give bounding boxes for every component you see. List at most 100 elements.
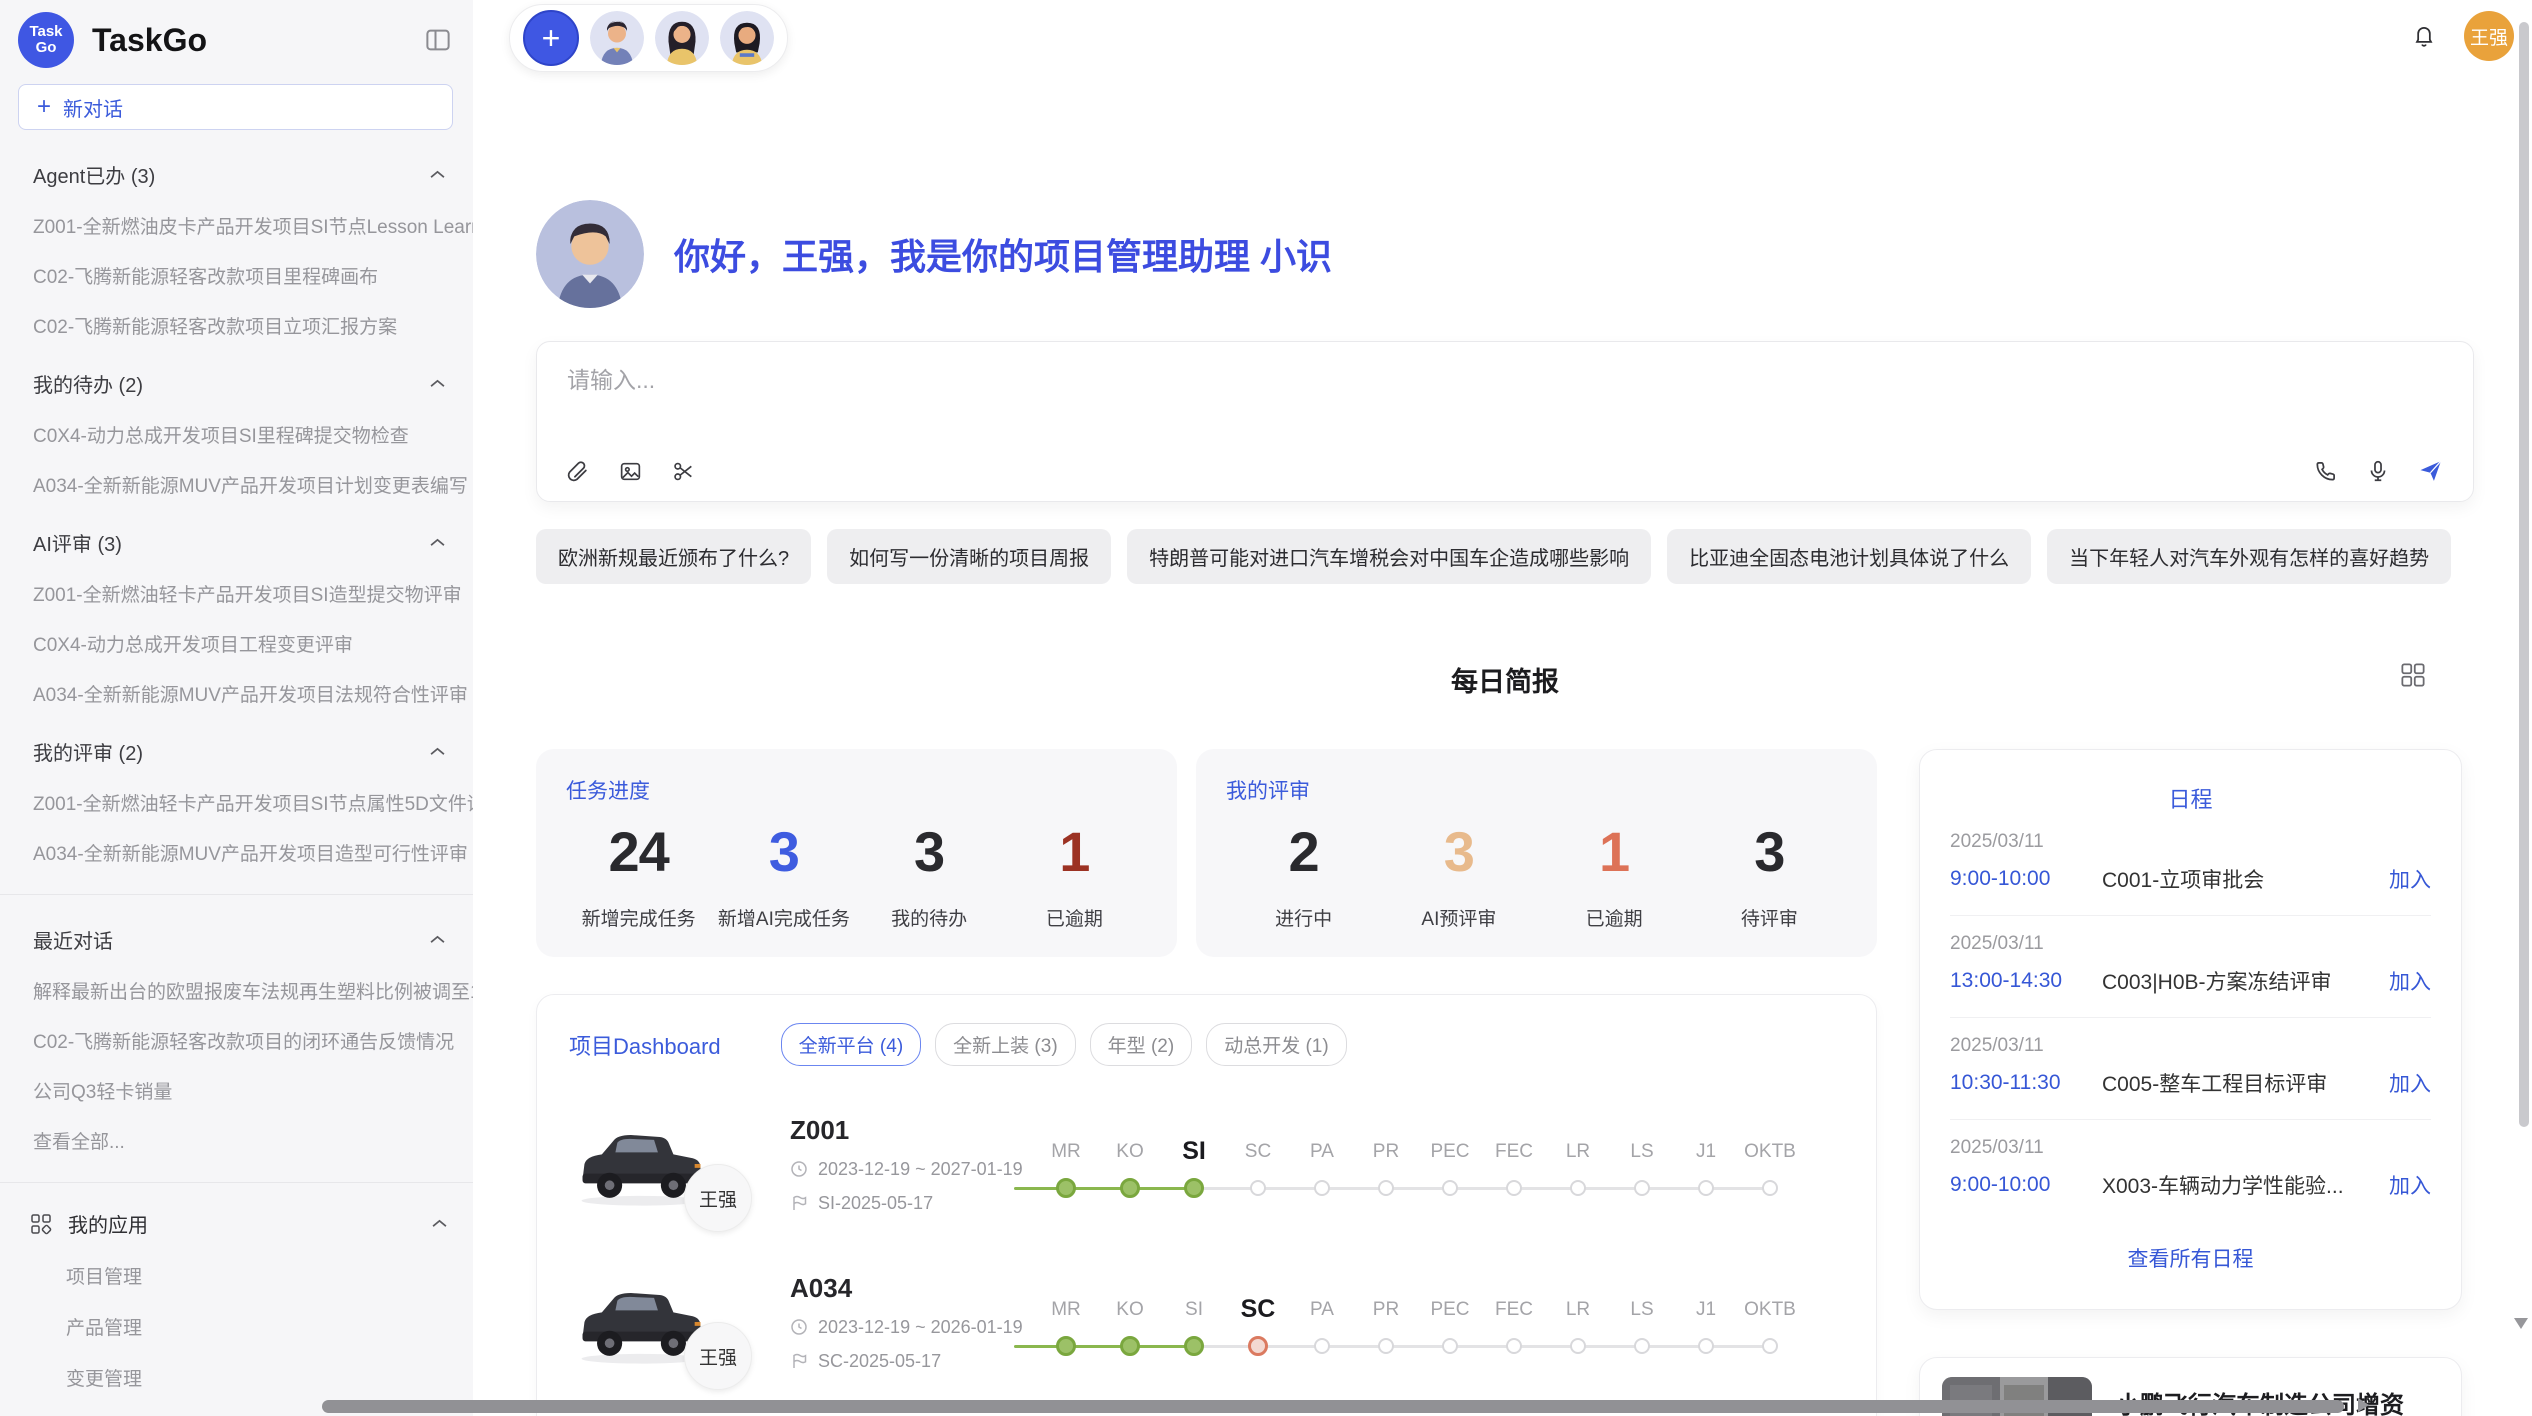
suggestion-chip[interactable]: 特朗普可能对进口汽车增税会对中国车企造成哪些影响 xyxy=(1127,529,1651,584)
milestone-dot xyxy=(1698,1180,1714,1196)
project-vehicle-image: 王强 xyxy=(569,1114,714,1214)
milestone-label: MR xyxy=(1034,1299,1098,1321)
flag-icon xyxy=(790,1352,808,1370)
suggestion-chip[interactable]: 欧洲新规最近颁布了什么? xyxy=(536,529,811,584)
milestone-dot xyxy=(1378,1180,1394,1196)
section-my-todo[interactable]: 我的待办 (2) xyxy=(0,339,473,398)
milestone-label: PA xyxy=(1290,1299,1354,1321)
milestone-label: J1 xyxy=(1674,1141,1738,1163)
scroll-down-arrow[interactable] xyxy=(2514,1318,2528,1329)
avatar[interactable] xyxy=(590,11,644,65)
join-link[interactable]: 加入 xyxy=(2389,1068,2431,1098)
chevron-up-icon xyxy=(430,747,445,756)
avatar[interactable] xyxy=(655,11,709,65)
suggestion-chip[interactable]: 比亚迪全固态电池计划具体说了什么 xyxy=(1667,529,2031,584)
milestone-label: SI xyxy=(1162,1299,1226,1321)
stat-value: 24 xyxy=(566,819,711,884)
milestone-strip: MR KO SI SC PA PR PEC FEC LR LS xyxy=(1034,1277,1844,1367)
sidebar-item-product-mgmt[interactable]: 产品管理 xyxy=(0,1289,473,1340)
view-all-schedule-link[interactable]: 查看所有日程 xyxy=(1950,1243,2431,1273)
list-item[interactable]: Z001-全新燃油轻卡产品开发项目SI造型提交物评审 xyxy=(0,557,473,607)
filter-chip[interactable]: 全新平台 (4) xyxy=(781,1023,922,1066)
list-item[interactable]: C02-飞腾新能源轻客改款项目里程碑画布 xyxy=(0,239,473,289)
chat-input[interactable] xyxy=(565,366,1885,395)
milestone-dot xyxy=(1314,1338,1330,1354)
milestone-dot xyxy=(1056,1178,1076,1198)
list-item[interactable]: C02-飞腾新能源轻客改款项目立项汇报方案 xyxy=(0,289,473,339)
scissors-icon[interactable] xyxy=(671,459,696,484)
section-ai-review[interactable]: AI评审 (3) xyxy=(0,498,473,557)
list-item[interactable]: Z001-全新燃油皮卡产品开发项目SI节点Lesson Learn报告 xyxy=(0,189,473,239)
milestone-dot xyxy=(1184,1336,1204,1356)
schedule-name: C003|H0B-方案冻结评审 xyxy=(2102,966,2389,996)
project-row[interactable]: 王强 A034 2023-12-19 ~ 2026-01-19 xyxy=(569,1272,1844,1372)
list-item[interactable]: A034-全新新能源MUV产品开发项目造型可行性评审 xyxy=(0,816,473,866)
schedule-time: 10:30-11:30 xyxy=(1950,1071,2102,1095)
add-session-button[interactable]: + xyxy=(523,10,579,66)
milestone-label: PEC xyxy=(1418,1141,1482,1163)
chat-input-card xyxy=(536,341,2474,502)
task-progress-card: 任务进度 24新增完成任务 3新增AI完成任务 3我的待办 1已逾期 xyxy=(536,749,1177,957)
milestone-dot xyxy=(1762,1180,1778,1196)
project-dashboard-card: 项目Dashboard 全新平台 (4) 全新上装 (3) 年型 (2) 动总开… xyxy=(536,994,1877,1416)
project-owner-badge: 王强 xyxy=(684,1322,752,1390)
list-item[interactable]: C02-飞腾新能源轻客改款项目的闭环通告反馈情况 xyxy=(0,1004,473,1054)
send-icon[interactable] xyxy=(2417,457,2445,485)
join-link[interactable]: 加入 xyxy=(2389,1170,2431,1200)
phone-call-icon[interactable] xyxy=(2313,458,2339,484)
sidebar-item-change-mgmt[interactable]: 变更管理 xyxy=(0,1340,473,1391)
milestone-dot xyxy=(1634,1338,1650,1354)
filter-chip[interactable]: 全新上装 (3) xyxy=(935,1023,1076,1066)
section-agent-done[interactable]: Agent已办 (3) xyxy=(0,130,473,189)
stat-label: 进行中 xyxy=(1226,904,1381,931)
milestone-label: LS xyxy=(1610,1141,1674,1163)
list-item[interactable]: 解释最新出台的欧盟报废车法规再生塑料比例被调至15%... xyxy=(0,954,473,1004)
layout-grid-icon[interactable] xyxy=(2400,662,2426,688)
suggestion-chip[interactable]: 如何写一份清晰的项目周报 xyxy=(827,529,1111,584)
image-upload-icon[interactable] xyxy=(618,459,643,484)
chevron-up-icon xyxy=(430,379,445,388)
sidebar-item-project-mgmt[interactable]: 项目管理 xyxy=(0,1238,473,1289)
vertical-scrollbar[interactable] xyxy=(2519,22,2529,1127)
notification-bell-icon[interactable] xyxy=(2410,22,2438,50)
join-link[interactable]: 加入 xyxy=(2389,864,2431,894)
project-flag-date: SC-2025-05-17 xyxy=(818,1351,941,1372)
section-recent-chats[interactable]: 最近对话 xyxy=(0,895,473,954)
suggestion-chips: 欧洲新规最近颁布了什么? 如何写一份清晰的项目周报 特朗普可能对进口汽车增税会对… xyxy=(536,529,2474,584)
schedule-date: 2025/03/11 xyxy=(1950,1137,2431,1159)
sidebar-collapse-icon[interactable] xyxy=(423,25,453,55)
milestone-dot xyxy=(1698,1338,1714,1354)
milestone-label: SC xyxy=(1226,1141,1290,1163)
list-item[interactable]: C0X4-动力总成开发项目SI里程碑提交物检查 xyxy=(0,398,473,448)
list-item[interactable]: Z001-全新燃油轻卡产品开发项目SI节点属性5D文件评审 xyxy=(0,766,473,816)
user-avatar[interactable]: 王强 xyxy=(2464,11,2514,61)
list-item[interactable]: 公司Q3轻卡销量 xyxy=(0,1054,473,1104)
chevron-up-icon xyxy=(430,538,445,547)
view-all-link[interactable]: 查看全部... xyxy=(0,1104,473,1154)
schedule-time: 13:00-14:30 xyxy=(1950,969,2102,993)
main-area: + 王强 你好，王强，我是你的项目管理 xyxy=(473,0,2532,1416)
list-item[interactable]: A034-全新新能源MUV产品开发项目法规符合性评审 xyxy=(0,657,473,707)
sidebar-header: TaskGo TaskGo xyxy=(0,0,473,68)
project-code: A034 xyxy=(790,1273,1028,1304)
list-item[interactable]: A034-全新新能源MUV产品开发项目计划变更表编写 xyxy=(0,448,473,498)
microphone-icon[interactable] xyxy=(2365,458,2391,484)
stat-value: 3 xyxy=(1692,819,1847,884)
milestone-label: J1 xyxy=(1674,1299,1738,1321)
project-dates: 2023-12-19 ~ 2026-01-19 xyxy=(818,1317,1023,1338)
horizontal-scrollbar[interactable] xyxy=(322,1400,2344,1413)
join-link[interactable]: 加入 xyxy=(2389,966,2431,996)
filter-chip[interactable]: 动总开发 (1) xyxy=(1206,1023,1347,1066)
topbar: + 王强 xyxy=(473,0,2532,72)
filter-chip[interactable]: 年型 (2) xyxy=(1090,1023,1193,1066)
project-row[interactable]: 王强 Z001 2023-12-19 ~ 2027-01-19 xyxy=(569,1114,1844,1214)
avatar[interactable] xyxy=(720,11,774,65)
schedule-item: 2025/03/11 9:00-10:00 X003-车辆动力学性能验... 加… xyxy=(1950,1120,2431,1221)
attachment-icon[interactable] xyxy=(565,459,590,484)
new-chat-button[interactable]: + 新对话 xyxy=(18,84,453,130)
scroll-right-arrow[interactable] xyxy=(2358,1398,2369,1412)
list-item[interactable]: C0X4-动力总成开发项目工程变更评审 xyxy=(0,607,473,657)
suggestion-chip[interactable]: 当下年轻人对汽车外观有怎样的喜好趋势 xyxy=(2047,529,2451,584)
sidebar-item-my-apps[interactable]: 我的应用 xyxy=(0,1183,473,1238)
section-my-review[interactable]: 我的评审 (2) xyxy=(0,707,473,766)
